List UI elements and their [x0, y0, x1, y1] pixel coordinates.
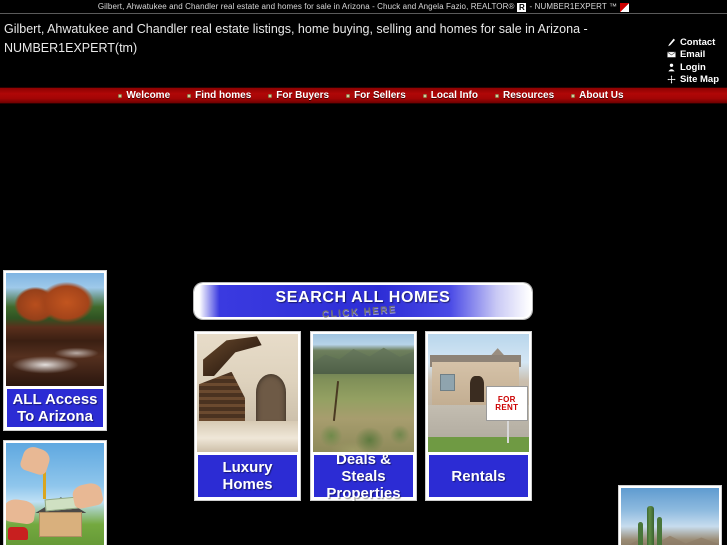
- for-rent-sign: FOR RENT: [485, 385, 528, 422]
- card-label-line1: Rentals: [451, 467, 506, 485]
- card-label-line1: ALL Access: [12, 391, 98, 408]
- card-label-line2: Homes: [222, 476, 273, 493]
- bullet-icon: [571, 93, 576, 98]
- nav-item-label: For Sellers: [354, 90, 406, 101]
- card-all-access-to-arizona[interactable]: ALL Access To Arizona: [3, 270, 107, 431]
- card-rentals[interactable]: FOR RENT Rentals: [425, 331, 532, 501]
- page-header: Gilbert, Ahwatukee and Chandler real est…: [0, 14, 727, 87]
- card-luxury-homes[interactable]: Luxury Homes: [194, 331, 301, 501]
- browser-title-prefix: Gilbert, Ahwatukee and Chandler real est…: [97, 2, 515, 11]
- bullet-icon: [346, 93, 351, 98]
- header-utility-links: Contact Email Login Site Map: [667, 36, 719, 86]
- bullet-icon: [495, 93, 499, 98]
- card-rentals-label: Rentals: [428, 454, 529, 498]
- nav-item-label: Welcome: [126, 90, 171, 101]
- saguaro-cactus-desert-photo: [621, 488, 719, 545]
- nav-item-find-homes[interactable]: Find homes: [187, 90, 251, 101]
- header-link-login[interactable]: Login: [667, 61, 719, 74]
- header-link-email[interactable]: Email: [667, 49, 719, 62]
- nav-item-label: Resources: [503, 90, 555, 101]
- luxury-staircase-interior-photo: [197, 334, 298, 452]
- desert-mountain-wildflowers-photo: [313, 334, 414, 452]
- header-link-label: Contact: [679, 36, 716, 48]
- nav-item-label: Local Info: [430, 90, 478, 101]
- nav-item-local-info[interactable]: Local Info: [422, 90, 478, 101]
- person-icon: [667, 63, 676, 72]
- card-feature-properties[interactable]: Feature Properties: [618, 485, 722, 545]
- search-all-homes-button[interactable]: SEARCH ALL HOMES: [194, 283, 532, 319]
- hands-key-cash-house-photo: [6, 443, 104, 545]
- envelope-icon: [667, 50, 676, 59]
- bullet-icon: [422, 93, 427, 98]
- bullet-icon: [268, 93, 273, 98]
- card-luxury-homes-label: Luxury Homes: [197, 454, 298, 498]
- browser-title-suffix: - NUMBER1EXPERT ™: [529, 2, 618, 11]
- nav-item-for-buyers[interactable]: For Buyers: [268, 90, 329, 101]
- nav-item-label: For Buyers: [276, 90, 330, 101]
- sitemap-icon: [667, 75, 676, 84]
- bullet-icon: [118, 93, 123, 98]
- card-deals-and-steals-properties[interactable]: Deals & Steals Properties: [310, 331, 417, 502]
- bullet-icon: [187, 93, 192, 98]
- nav-item-label: About Us: [579, 90, 624, 101]
- card-label-line1: Deals & Steals: [335, 450, 392, 485]
- card-all-access-label: ALL Access To Arizona: [6, 388, 104, 428]
- search-all-homes-label: SEARCH ALL HOMES: [275, 289, 451, 306]
- main-navigation: Welcome Find homes For Buyers For Seller…: [0, 87, 727, 104]
- card-deals-and-steals-label: Deals & Steals Properties: [313, 450, 414, 502]
- header-link-label: Login: [679, 61, 706, 73]
- for-rent-line2: RENT: [495, 402, 519, 412]
- header-link-label: Site Map: [679, 74, 719, 85]
- header-link-sitemap[interactable]: Site Map: [667, 74, 719, 87]
- nav-item-for-sellers[interactable]: For Sellers: [346, 90, 406, 101]
- main-content: SEARCH ALL HOMES CLICK HERE ALL Access T…: [0, 104, 727, 545]
- realtor-logo-icon: R: [517, 3, 527, 12]
- card-property-management[interactable]: Property Management: [3, 440, 107, 545]
- browser-titlebar: Gilbert, Ahwatukee and Chandler real est…: [0, 0, 727, 13]
- nav-item-label: Find homes: [195, 90, 252, 101]
- nav-item-about-us[interactable]: About Us: [571, 90, 624, 101]
- number1expert-logo-icon: [620, 3, 630, 12]
- card-label-line2: Properties: [326, 484, 401, 502]
- nav-item-resources[interactable]: Resources: [495, 90, 554, 101]
- house-for-rent-sign-photo: FOR RENT: [428, 334, 529, 452]
- header-link-contact[interactable]: Contact: [667, 36, 719, 49]
- card-label-line1: Luxury: [222, 459, 273, 476]
- page-title: Gilbert, Ahwatukee and Chandler real est…: [4, 22, 588, 55]
- nav-item-welcome[interactable]: Welcome: [118, 90, 170, 101]
- card-label-line2: To Arizona: [17, 408, 93, 425]
- sedona-red-rocks-river-photo: [6, 273, 104, 386]
- phone-icon: [667, 38, 676, 47]
- header-link-label: Email: [679, 49, 706, 60]
